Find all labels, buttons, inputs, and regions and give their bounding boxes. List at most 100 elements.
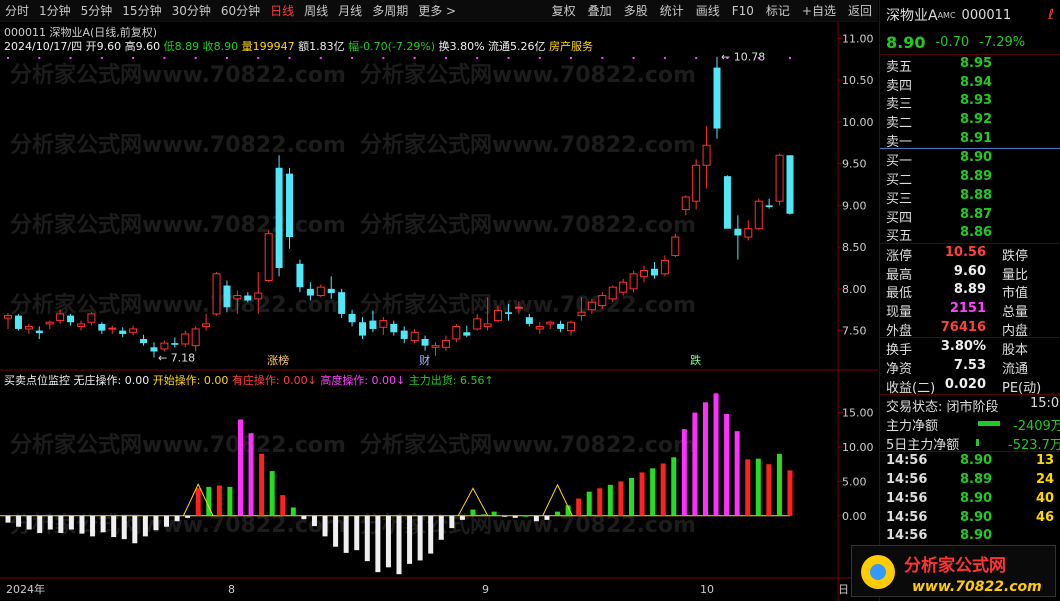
ask-label: 卖四	[886, 78, 913, 94]
ask-row: 卖五 8.95	[880, 55, 1060, 75]
signal-dot	[444, 57, 447, 59]
tool-button-1[interactable]: 叠加	[582, 2, 618, 19]
stat-value: 2151	[949, 300, 986, 316]
info-sector[interactable]: 房产服务	[549, 40, 593, 53]
period-tab-3[interactable]: 15分钟	[117, 2, 166, 19]
candle-body	[692, 164, 701, 202]
info-high: 高9.60	[124, 40, 161, 53]
net5-bar	[976, 438, 979, 446]
stat2-row: 净资 7.53 流通	[880, 357, 1060, 377]
candle-body	[316, 286, 325, 297]
period-tab-8[interactable]: 月线	[333, 2, 367, 19]
bid-row: 买四 8.87	[880, 206, 1060, 226]
candle-body	[264, 233, 273, 282]
period-tab-9[interactable]: 多周期	[367, 2, 413, 19]
tick-row: 14:56 8.90	[880, 527, 1060, 546]
ask-label: 卖三	[886, 97, 913, 113]
signal-dot	[570, 57, 573, 59]
tick-row: 14:56 8.90 40	[880, 490, 1060, 509]
candle-body	[577, 311, 586, 317]
candle-body	[286, 173, 294, 238]
indicator-axis-label: 15.00	[842, 407, 874, 420]
stat-label-right: 市值	[1002, 286, 1029, 302]
candle-body	[306, 288, 314, 296]
indicator-bar	[301, 515, 307, 520]
indicator-bar	[5, 515, 11, 523]
tool-button-8[interactable]: 返回	[842, 2, 878, 19]
candle-body	[56, 313, 65, 322]
candle-body	[629, 273, 638, 290]
candle-body	[119, 330, 127, 334]
event-tag[interactable]: 跌	[690, 353, 701, 367]
indicator-bar	[766, 464, 772, 516]
info-turnover: 换3.80%	[438, 40, 485, 53]
tool-button-7[interactable]: +自选	[796, 2, 842, 19]
tool-button-5[interactable]: F10	[726, 4, 760, 18]
price-axis-label: 10.00	[842, 116, 874, 129]
candle-body	[494, 310, 503, 322]
candle-body	[713, 67, 721, 129]
period-tab-5[interactable]: 60分钟	[216, 2, 265, 19]
indicator-bar	[502, 515, 508, 517]
indicator-bar	[58, 515, 64, 533]
candle-body	[4, 315, 12, 319]
bid-label: 买三	[886, 191, 913, 207]
bid-label: 买四	[886, 210, 913, 226]
signal-dot	[382, 57, 385, 59]
indicator-bar	[544, 515, 550, 520]
tick-time: 14:56	[886, 528, 928, 544]
candle-body	[619, 281, 628, 293]
indicator-axis-label: 0.00	[842, 510, 867, 523]
tool-button-4[interactable]: 画线	[690, 2, 726, 19]
net5-value: -523.7万	[1008, 437, 1060, 453]
price-axis-label: 8.00	[842, 283, 867, 296]
candle-body	[723, 176, 731, 229]
candle-body	[140, 338, 148, 344]
period-tab-4[interactable]: 30分钟	[167, 2, 216, 19]
event-tag[interactable]: 财	[419, 353, 430, 367]
period-tab-7[interactable]: 周线	[299, 2, 333, 19]
site-logo: 分析家公式网 www.70822.com	[851, 545, 1056, 597]
stat-label-right: 总量	[1002, 304, 1029, 320]
indicator-bar	[576, 498, 582, 516]
bid-label: 买二	[886, 173, 913, 189]
candle-body	[587, 301, 596, 311]
indicator-bar	[343, 515, 349, 553]
price-change: -0.70	[935, 34, 970, 50]
event-tag[interactable]: 涨榜	[267, 353, 289, 367]
ask-label: 卖一	[886, 134, 913, 150]
period-tab-1[interactable]: 1分钟	[34, 2, 76, 19]
indicator-bar	[333, 515, 339, 547]
indicator-bar	[322, 515, 328, 537]
candle-body	[702, 144, 711, 166]
tick-time: 14:56	[886, 490, 928, 506]
stat-label: 最高	[886, 267, 913, 283]
candle-body	[786, 155, 794, 214]
indicator-bar	[491, 511, 497, 516]
tick-price: 8.90	[960, 528, 993, 544]
tool-button-2[interactable]: 多股	[618, 2, 654, 19]
indicator-bar	[428, 515, 434, 554]
tool-button-6[interactable]: 标记	[760, 2, 796, 19]
stat-row: 最高 9.60 量比	[880, 263, 1060, 283]
watermark-text: 分析家公式网www.70822.com	[10, 132, 346, 158]
signal-dot	[413, 57, 416, 59]
tool-button-0[interactable]: 复权	[546, 2, 582, 19]
period-tab-6[interactable]: 日线	[265, 2, 299, 19]
tool-button-3[interactable]: 统计	[654, 2, 690, 19]
period-tab-0[interactable]: 分时	[0, 2, 34, 19]
stat-label: 外盘	[886, 323, 913, 339]
period-tab-10[interactable]: 更多 >	[413, 2, 461, 19]
candle-body	[87, 313, 96, 323]
candle-body	[35, 330, 43, 334]
candle-body	[473, 318, 482, 330]
candle-body	[598, 295, 607, 307]
tick-time: 14:56	[886, 472, 928, 488]
tick-volume: 24	[1036, 472, 1055, 488]
candle-body	[160, 342, 169, 350]
trade-status-time: 15:0	[1030, 396, 1060, 412]
period-tab-2[interactable]: 5分钟	[76, 2, 118, 19]
info-low: 低8.89	[163, 40, 200, 53]
tick-price: 8.90	[960, 453, 993, 469]
candle-body	[45, 321, 54, 325]
